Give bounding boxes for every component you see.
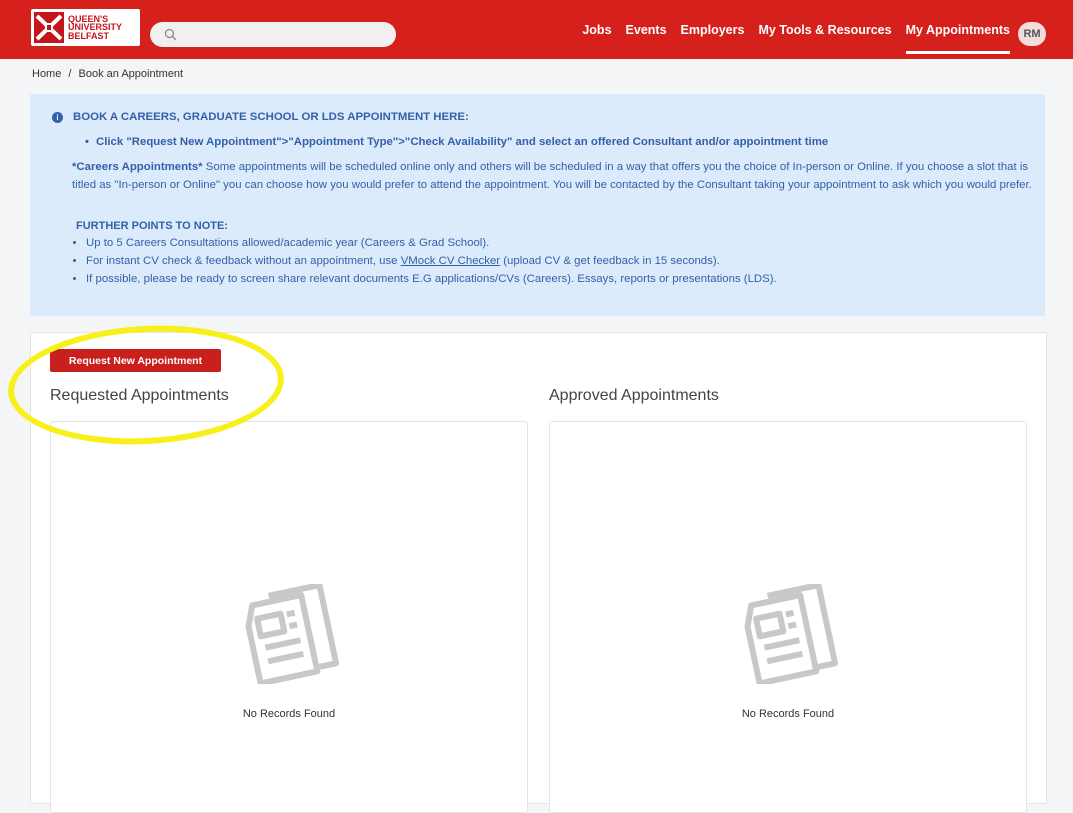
approved-appointments-title: Approved Appointments: [549, 387, 719, 404]
breadcrumb-current: Book an Appointment: [78, 68, 184, 80]
empty-state-text: No Records Found: [741, 708, 835, 720]
empty-documents-icon: [245, 584, 340, 684]
info-panel: i BOOK A CAREERS, GRADUATE SCHOOL OR LDS…: [30, 94, 1045, 316]
search-input[interactable]: [150, 22, 396, 47]
approved-appointments-panel: No Records Found: [549, 421, 1027, 813]
vmock-cv-checker-link[interactable]: VMock CV Checker: [401, 255, 500, 267]
point-text: For instant CV check & feedback without …: [86, 255, 401, 267]
info-heading-text: BOOK A CAREERS, GRADUATE SCHOOL OR LDS A…: [73, 111, 469, 123]
list-item: For instant CV check & feedback without …: [86, 252, 1046, 270]
nav-my-tools-resources[interactable]: My Tools & Resources: [758, 23, 891, 37]
requested-appointments-panel: No Records Found: [50, 421, 528, 813]
info-instruction-text: Click "Request New Appointment">"Appoint…: [96, 136, 829, 148]
further-points-list: Up to 5 Careers Consultations allowed/ac…: [72, 234, 1046, 288]
university-logo[interactable]: QUEEN'S UNIVERSITY BELFAST: [31, 9, 140, 46]
careers-appointments-text: Some appointments will be scheduled onli…: [72, 161, 1032, 191]
info-icon: i: [52, 111, 63, 123]
careers-appointments-note: *Careers Appointments* Some appointments…: [72, 158, 1032, 194]
breadcrumb-home[interactable]: Home: [32, 68, 61, 80]
list-item: Up to 5 Careers Consultations allowed/ac…: [86, 234, 1046, 252]
logo-wordmark: QUEEN'S UNIVERSITY BELFAST: [68, 15, 122, 41]
empty-state-text: No Records Found: [242, 708, 336, 720]
further-points-heading: FURTHER POINTS TO NOTE:: [76, 220, 228, 232]
search-icon: [164, 28, 177, 41]
breadcrumb-separator: /: [68, 68, 72, 80]
user-avatar[interactable]: RM: [1018, 22, 1046, 46]
empty-documents-icon: [744, 584, 839, 684]
nav-events[interactable]: Events: [626, 23, 667, 37]
logo-line-3: BELFAST: [68, 30, 110, 41]
careers-appointments-label: *Careers Appointments*: [72, 161, 203, 173]
info-heading: i BOOK A CAREERS, GRADUATE SCHOOL OR LDS…: [52, 111, 469, 123]
list-item: If possible, please be ready to screen s…: [86, 270, 1046, 288]
main-nav: Jobs Events Employers My Tools & Resourc…: [568, 23, 1011, 54]
breadcrumb: Home / Book an Appointment: [32, 68, 183, 80]
nav-jobs[interactable]: Jobs: [582, 23, 611, 37]
point-text: (upload CV & get feedback in 15 seconds)…: [500, 255, 720, 267]
nav-my-appointments[interactable]: My Appointments: [905, 23, 1011, 54]
bullet-dot: •: [85, 136, 89, 148]
info-instruction: • Click "Request New Appointment">"Appoin…: [85, 136, 828, 148]
nav-employers[interactable]: Employers: [681, 23, 745, 37]
top-navigation-bar: QUEEN'S UNIVERSITY BELFAST Jobs Events E…: [0, 0, 1073, 59]
crest-icon: [34, 12, 64, 43]
